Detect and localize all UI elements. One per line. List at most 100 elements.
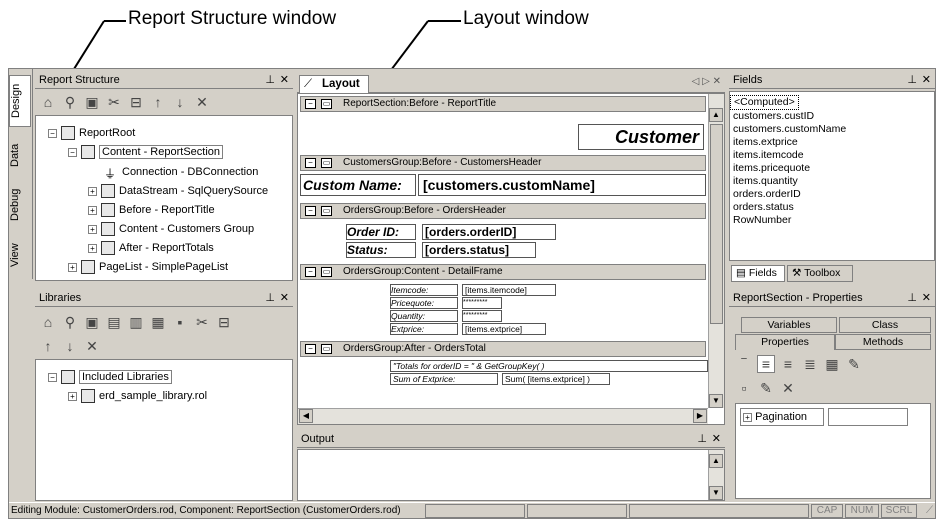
move-up-icon[interactable]: ↑ [39,338,57,354]
scroll-up-icon[interactable]: ▲ [709,454,723,468]
detail-field[interactable]: ********* [462,310,502,322]
library-add-icon[interactable]: ▦ [149,314,167,331]
custom-name-field[interactable]: [customers.customName] [418,174,706,196]
scroll-up-icon[interactable]: ▲ [709,108,723,122]
align-right-icon[interactable]: ≡ [779,356,797,372]
list-item[interactable]: items.pricequote [730,162,934,175]
brush-icon[interactable]: ✎ [845,356,863,373]
close-icon[interactable]: ✕ [712,432,721,447]
move-down-icon[interactable]: ↓ [171,94,189,110]
properties-icon[interactable]: ▣ [83,94,101,111]
tree-item[interactable]: ⏚ Connection - DBConnection [104,165,258,181]
align-center-icon[interactable]: ≡ [757,355,775,373]
section-band[interactable]: − ▭ OrdersGroup:Content - DetailFrame [300,264,706,280]
cut-icon[interactable]: ✂ [105,94,123,111]
tree-item[interactable]: − ReportRoot [48,126,135,140]
output-vscrollbar[interactable]: ▲ ▼ [708,450,724,500]
tree-icon[interactable]: ⊟ [215,314,233,331]
status-label[interactable]: Status: [346,242,416,258]
tree-item[interactable]: + PageList - SimplePageList [68,260,228,274]
close-icon[interactable]: ✕ [280,73,289,88]
tree-item[interactable]: − Included Libraries [48,370,172,384]
detail-label[interactable]: Itemcode: [390,284,458,296]
pin-icon[interactable]: ⊥ [697,432,707,447]
scroll-thumb[interactable] [710,124,723,324]
scroll-right-icon[interactable]: ▶ [693,409,707,423]
list-item[interactable]: items.itemcode [730,149,934,162]
tab-layout[interactable]: ⟋ Layout [299,75,369,93]
detail-label[interactable]: Extprice: [390,323,458,335]
list-item[interactable]: customers.custID [730,110,934,123]
list-item[interactable]: orders.status [730,201,934,214]
list-item[interactable]: items.quantity [730,175,934,188]
tab-properties[interactable]: Properties [735,334,835,350]
order-id-label[interactable]: Order ID: [346,224,416,240]
justify-icon[interactable]: ≣ [801,356,819,373]
property-value-input[interactable] [828,408,908,426]
tab-variables[interactable]: Variables [741,317,837,333]
pin-icon[interactable]: ⊥ [907,73,917,88]
section-band[interactable]: − ▭ ReportSection:Before - ReportTitle [300,96,706,112]
list-item[interactable]: orders.orderID [730,188,934,201]
close-icon[interactable]: ✕ [922,291,931,306]
layout-tab-nav[interactable]: ◁ ▷ ✕ [692,76,721,87]
scroll-down-icon[interactable]: ▼ [709,486,723,500]
close-icon[interactable]: ✕ [280,291,289,306]
cut-icon[interactable]: ✂ [193,314,211,331]
close-icon[interactable]: ✕ [922,73,931,88]
sum-label[interactable]: Sum of Extprice: [390,373,498,385]
side-tab-design[interactable]: Design [9,75,31,127]
list-item[interactable]: customers.customName [730,123,934,136]
save-icon[interactable]: ▪ [171,314,189,330]
detail-field[interactable]: [items.itemcode] [462,284,556,296]
properties-icon[interactable]: ▣ [83,314,101,331]
layout-vscrollbar[interactable]: ▲ ▼ [708,94,724,408]
detail-field[interactable]: [items.extprice] [462,323,546,335]
find-icon[interactable]: ⚲ [61,94,79,111]
tree-item[interactable]: + After - ReportTotals [88,241,214,255]
section-band[interactable]: − ▭ OrdersGroup:After - OrdersTotal [300,341,706,357]
list-item[interactable]: RowNumber [730,214,934,227]
pin-icon[interactable]: ⊥ [265,73,275,88]
tree-item[interactable]: + erd_sample_library.rol [68,389,207,403]
delete-icon[interactable]: ✕ [193,94,211,111]
side-tab-view[interactable]: View [9,235,31,275]
lock-icon[interactable]: ⌂ [39,94,57,110]
align-left-icon[interactable]: ‾ [735,356,753,372]
order-id-field[interactable]: [orders.orderID] [422,224,556,240]
move-up-icon[interactable]: ↑ [149,94,167,110]
tree-item[interactable]: − Content - ReportSection [68,145,224,159]
tab-toolbox[interactable]: ⚒ Toolbox [787,265,853,282]
totals-expression[interactable]: "Totals for orderID = " & GetGroupKey( ) [390,360,708,372]
tab-methods[interactable]: Methods [835,334,931,350]
output-body[interactable]: ▲ ▼ [297,449,725,501]
library-new-icon[interactable]: ▤ [105,314,123,331]
tree-item[interactable]: + DataStream - SqlQuerySource [88,184,268,198]
scroll-down-icon[interactable]: ▼ [709,394,723,408]
library-open-icon[interactable]: ▥ [127,314,145,331]
move-down-icon[interactable]: ↓ [61,338,79,354]
find-icon[interactable]: ⚲ [61,314,79,331]
scroll-left-icon[interactable]: ◀ [299,409,313,423]
status-field[interactable]: [orders.status] [422,242,536,258]
side-tab-debug[interactable]: Debug [9,181,31,229]
pin-icon[interactable]: ⊥ [265,291,275,306]
tree-item[interactable]: + Before - ReportTitle [88,203,215,217]
lock-icon[interactable]: ⌂ [39,314,57,330]
grid-icon[interactable]: ▦ [823,356,841,373]
resize-grip-icon[interactable]: ⟋ [926,503,933,518]
delete-icon[interactable]: ✕ [779,380,797,397]
layout-hscrollbar[interactable]: ◀ ▶ [298,408,708,424]
custom-name-label[interactable]: Custom Name: [300,174,416,196]
tab-fields[interactable]: ▤ Fields [731,265,785,282]
list-item[interactable]: items.extprice [730,136,934,149]
sum-field[interactable]: Sum( [items.extprice] ) [502,373,610,385]
detail-label[interactable]: Pricequote: [390,297,458,309]
section-band[interactable]: − ▭ OrdersGroup:Before - OrdersHeader [300,203,706,219]
tree-item[interactable]: + Content - Customers Group [88,222,254,236]
pin-icon[interactable]: ⊥ [907,291,917,306]
section-band[interactable]: − ▭ CustomersGroup:Before - CustomersHeade… [300,155,706,171]
property-row[interactable]: + Pagination [740,408,824,426]
list-item[interactable]: <Computed> [730,95,799,110]
delete-icon[interactable]: ✕ [83,338,101,355]
